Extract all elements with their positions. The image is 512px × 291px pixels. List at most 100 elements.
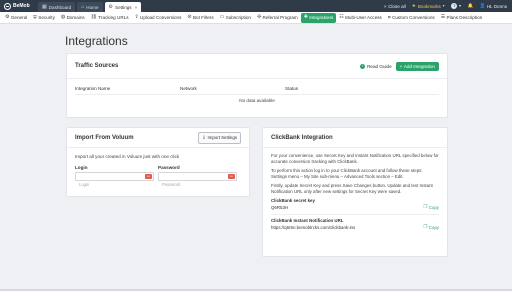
password-manager-icon[interactable]: ••• — [228, 174, 235, 179]
login-field-wrap: ••• — [75, 172, 154, 188]
traffic-sources-card: Traffic Sources i Read Guide + Add Integ… — [66, 53, 448, 118]
password-field-group: Password ••• — [158, 165, 237, 188]
login-input[interactable] — [76, 181, 153, 188]
import-settings-label: Import Settings — [207, 135, 237, 140]
password-input[interactable] — [159, 181, 236, 188]
read-guide-link[interactable]: i Read Guide — [360, 63, 392, 69]
voluum-credentials: Login ••• Password ••• — [67, 159, 249, 188]
copy-secret-key-button[interactable]: ❐ Copy — [423, 204, 439, 210]
read-guide-label: Read Guide — [367, 63, 392, 69]
nav-item-plans-description[interactable]: ☰ Plans Description — [438, 13, 486, 23]
info-icon: i — [360, 63, 366, 69]
nav-item-tracking-urls[interactable]: ⛓ Tracking URLs — [88, 13, 132, 23]
nav-label: Plans Description — [446, 15, 483, 20]
add-integration-label: Add Integration — [403, 63, 435, 69]
secret-key-label: ClickBank secret key — [271, 198, 315, 203]
link-icon: ⛓ — [90, 15, 97, 20]
gift-icon: ✣ — [256, 15, 261, 20]
tab-home[interactable]: ⌂ Home — [77, 2, 103, 12]
nav-label: Bot Filters — [192, 15, 214, 20]
notifications-button[interactable]: 🔔 — [468, 3, 474, 9]
nav-item-bot-filters[interactable]: ⊘ Bot Filters — [184, 13, 216, 23]
nav-item-integrations[interactable]: ✚ Integrations — [300, 12, 337, 23]
card-title: Traffic Sources — [75, 63, 119, 69]
close-tab-icon[interactable]: × — [135, 5, 138, 10]
password-label: Password — [158, 165, 180, 170]
nav-label: Domains — [66, 15, 85, 20]
ipn-url-value: https://q6r5n.bemobtrcks.com/clickbank-i… — [271, 224, 356, 230]
column-header[interactable]: Status — [285, 86, 385, 91]
add-integration-button[interactable]: + Add Integration — [395, 61, 439, 71]
help-icon: ? — [451, 3, 458, 9]
bookmarks-label: Bookmarks — [417, 3, 441, 9]
nav-item-custom-conversions[interactable]: ⌗ Custom Conversions — [385, 13, 438, 23]
column-header[interactable]: Network — [180, 86, 285, 91]
clickbank-card: ClickBank Integration For your convenien… — [262, 127, 448, 257]
star-icon: ★ — [411, 3, 416, 8]
page-title: Integrations — [65, 34, 128, 48]
nav-label: General — [10, 15, 28, 20]
voluum-description: Import all your created in Voluum just w… — [75, 154, 180, 159]
top-right-controls: × Close all ★ Bookmarks ▼ ? ▼ 🔔 👤 HL Don… — [378, 0, 512, 12]
tab-dashboard[interactable]: ▦ Dashboard — [38, 2, 76, 12]
nav-label: Referral Program — [262, 15, 298, 20]
nav-label: Subscription — [225, 15, 251, 20]
nav-item-referral-program[interactable]: ✣ Referral Program — [254, 13, 301, 23]
globe-icon: ◍ — [60, 15, 66, 20]
secret-key-row: ClickBank secret key Q6R53H ❐ Copy — [271, 198, 439, 215]
column-header[interactable]: Integration Name — [75, 86, 180, 91]
help-button[interactable]: ? ▼ — [451, 3, 462, 9]
clickbank-paragraph: To perform this action log in to your Cl… — [271, 168, 423, 179]
nav-item-subscription[interactable]: ▭ Subscription — [217, 13, 254, 23]
login-field-group: Login ••• — [75, 165, 154, 188]
nav-item-security[interactable]: ⛨ Security — [30, 13, 58, 23]
tab-label: Dashboard — [48, 4, 72, 10]
card-icon: ▭ — [219, 15, 225, 20]
bookmarks-button[interactable]: ★ Bookmarks ▼ — [412, 3, 446, 9]
clickbank-paragraph: Firstly, update Secret Key and press Sav… — [271, 183, 433, 194]
tab-label: Settings — [115, 4, 132, 10]
card-title: ClickBank Integration — [271, 134, 333, 141]
tab-settings[interactable]: ⚙ Settings × — [104, 2, 142, 12]
filter-icon: ⊘ — [187, 15, 192, 20]
card-title: Import From Voluum — [75, 134, 134, 141]
nav-item-upload-conversions[interactable]: ⇪ Upload Conversions — [132, 13, 185, 23]
chevron-down-icon: ▼ — [458, 4, 462, 8]
login-label: Login — [75, 165, 88, 170]
nav-item-domains[interactable]: ◍ Domains — [58, 13, 88, 23]
nav-label: Upload Conversions — [140, 15, 182, 20]
copy-ipn-url-button[interactable]: ❐ Copy — [423, 224, 439, 230]
user-menu[interactable]: 👤 HL Donns — [480, 3, 508, 9]
close-icon: × — [383, 3, 387, 9]
home-icon: ⌂ — [81, 4, 85, 10]
card-header: ClickBank Integration — [263, 128, 447, 148]
app-logo[interactable]: BeMob — [0, 0, 38, 12]
secret-key-value-row: Q6R53H ❐ Copy — [271, 204, 439, 215]
ipn-url-value-row: https://q6r5n.bemobtrcks.com/clickbank-i… — [271, 224, 439, 234]
copy-label: Copy — [428, 204, 439, 210]
card-header: Traffic Sources i Read Guide + Add Integ… — [67, 54, 447, 79]
user-icon: 👤 — [479, 3, 486, 8]
chevron-down-icon: ▼ — [441, 4, 446, 8]
secret-key-value: Q6R53H — [271, 204, 289, 210]
import-settings-button[interactable]: ⇩ Import Settings — [198, 131, 241, 144]
nav-item-general[interactable]: ⚙ General — [2, 13, 30, 23]
card-actions: i Read Guide + Add Integration — [360, 61, 439, 71]
users-icon: ☷ — [339, 15, 344, 20]
card-header: Import From Voluum ⇩ Import Settings — [67, 128, 249, 148]
shield-icon: ⛨ — [33, 15, 37, 21]
copy-label: Copy — [428, 224, 439, 230]
plus-icon: + — [399, 63, 403, 69]
nav-label: Integrations — [309, 15, 334, 20]
copy-icon: ❐ — [423, 204, 428, 209]
close-all-button[interactable]: × Close all — [384, 4, 406, 9]
nav-label: Custom Conversions — [392, 15, 435, 20]
nav-item-multi-user-access[interactable]: ☷ Multi-User Access — [336, 13, 385, 23]
password-manager-icon[interactable]: ••• — [145, 174, 152, 179]
puzzle-icon: ✚ — [303, 15, 308, 20]
user-name: HL Donns — [486, 3, 507, 9]
clickbank-paragraph: For your convenience, use Secret Key and… — [271, 153, 439, 164]
tab-label: Home — [86, 4, 99, 10]
upload-icon: ⇪ — [134, 15, 139, 20]
ipn-url-row: ClickBank Instant Notification URL https… — [271, 218, 439, 234]
